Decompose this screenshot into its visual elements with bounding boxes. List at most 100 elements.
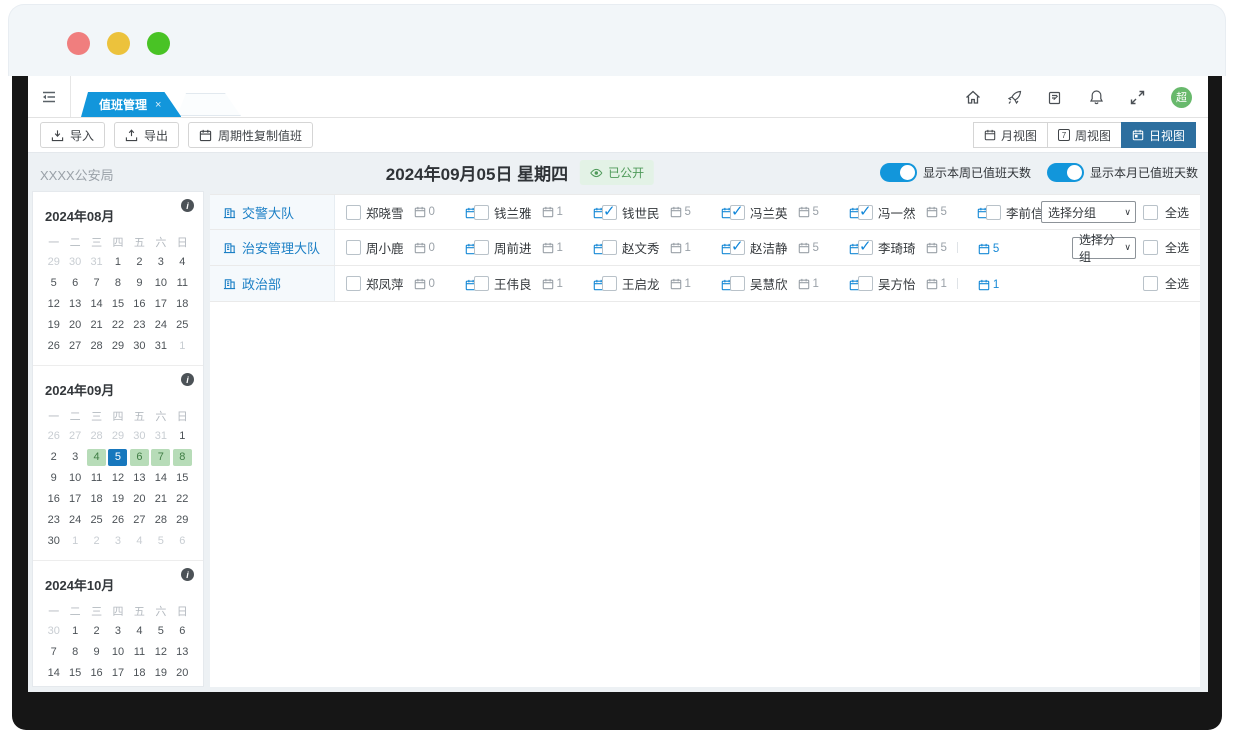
calendar-day[interactable]: 3 xyxy=(108,623,127,640)
calendar-day[interactable]: 25 xyxy=(87,512,106,529)
info-icon[interactable]: i xyxy=(181,199,194,212)
calendar-day[interactable]: 2 xyxy=(130,254,149,271)
person-checkbox[interactable] xyxy=(474,205,489,220)
select-all-checkbox[interactable] xyxy=(1143,205,1158,220)
export-button[interactable]: 导出 xyxy=(114,122,179,148)
toggle-show-month-days[interactable] xyxy=(1047,163,1084,182)
calendar-day[interactable]: 29 xyxy=(108,428,127,445)
calendar-day[interactable]: 3 xyxy=(108,533,127,550)
calendar-day[interactable]: 6 xyxy=(173,623,192,640)
person-checkbox[interactable] xyxy=(346,205,361,220)
calendar-day[interactable]: 23 xyxy=(87,686,106,687)
calendar-day[interactable]: 15 xyxy=(108,296,127,313)
calendar-day[interactable]: 18 xyxy=(87,491,106,508)
calendar-day[interactable]: 28 xyxy=(87,428,106,445)
calendar-day[interactable]: 24 xyxy=(108,686,127,687)
calendar-day[interactable]: 21 xyxy=(44,686,63,687)
calendar-day[interactable]: 29 xyxy=(173,512,192,529)
select-all-checkbox[interactable] xyxy=(1143,240,1158,255)
calendar-day[interactable]: 27 xyxy=(130,512,149,529)
person-checkbox[interactable] xyxy=(346,240,361,255)
calendar-day[interactable]: 13 xyxy=(130,470,149,487)
person-checkbox[interactable] xyxy=(858,276,873,291)
fullscreen-icon[interactable] xyxy=(1130,90,1145,105)
tab-close-icon[interactable]: × xyxy=(155,99,161,111)
calendar-day[interactable]: 23 xyxy=(44,512,63,529)
calendar-day[interactable]: 21 xyxy=(151,491,170,508)
calendar-day[interactable]: 16 xyxy=(130,296,149,313)
calendar-day[interactable]: 1 xyxy=(66,623,85,640)
calendar-day[interactable]: 28 xyxy=(87,338,106,355)
week-view-button[interactable]: 7 周视图 xyxy=(1047,122,1122,148)
calendar-day[interactable]: 12 xyxy=(151,644,170,661)
calendar-day[interactable]: 9 xyxy=(87,644,106,661)
calendar-day[interactable]: 30 xyxy=(130,338,149,355)
calendar-day[interactable]: 11 xyxy=(130,644,149,661)
calendar-day[interactable]: 8 xyxy=(173,449,192,466)
calendar-day[interactable]: 14 xyxy=(44,665,63,682)
calendar-day[interactable]: 14 xyxy=(151,470,170,487)
bell-icon[interactable] xyxy=(1089,89,1104,105)
calendar-day[interactable]: 31 xyxy=(151,338,170,355)
calendar-day[interactable]: 27 xyxy=(66,338,85,355)
calendar-day[interactable]: 3 xyxy=(66,449,85,466)
calendar-day[interactable]: 22 xyxy=(66,686,85,687)
calendar-day[interactable]: 5 xyxy=(151,623,170,640)
avatar[interactable]: 超 xyxy=(1171,87,1192,108)
calendar-day[interactable]: 18 xyxy=(173,296,192,313)
calendar-day[interactable]: 7 xyxy=(151,449,170,466)
calendar-day[interactable]: 20 xyxy=(130,491,149,508)
calendar-day[interactable]: 28 xyxy=(151,512,170,529)
calendar-day[interactable]: 2 xyxy=(44,449,63,466)
person-checkbox[interactable] xyxy=(986,205,1001,220)
tab-duty-management[interactable]: 值班管理 × xyxy=(81,92,181,117)
calendar-day[interactable]: 26 xyxy=(44,338,63,355)
calendar-day[interactable]: 31 xyxy=(151,428,170,445)
calendar-day[interactable]: 14 xyxy=(87,296,106,313)
calendar-day[interactable]: 30 xyxy=(44,623,63,640)
calendar-day[interactable]: 29 xyxy=(108,338,127,355)
calendar-day[interactable]: 5 xyxy=(108,449,127,466)
calendar-day[interactable]: 25 xyxy=(173,317,192,334)
person-checkbox[interactable] xyxy=(730,276,745,291)
info-icon[interactable]: i xyxy=(181,373,194,386)
person-checkbox[interactable]: ✓ xyxy=(730,240,745,255)
calendar-day[interactable]: 24 xyxy=(151,317,170,334)
import-button[interactable]: 导入 xyxy=(40,122,105,148)
calendar-day[interactable]: 30 xyxy=(66,254,85,271)
calendar-day[interactable]: 19 xyxy=(44,317,63,334)
calendar-day[interactable]: 20 xyxy=(173,665,192,682)
calendar-day[interactable]: 31 xyxy=(87,254,106,271)
calendar-day[interactable]: 7 xyxy=(44,644,63,661)
calendar-day[interactable]: 18 xyxy=(130,665,149,682)
calendar-day[interactable]: 2 xyxy=(87,623,106,640)
traffic-light-minimize-button[interactable] xyxy=(107,32,130,55)
traffic-light-zoom-button[interactable] xyxy=(147,32,170,55)
calendar-day[interactable]: 11 xyxy=(173,275,192,292)
person-checkbox[interactable]: ✓ xyxy=(602,205,617,220)
calendar-day[interactable]: 19 xyxy=(151,665,170,682)
person-checkbox[interactable] xyxy=(602,240,617,255)
calendar-day[interactable]: 6 xyxy=(130,449,149,466)
calendar-day[interactable]: 6 xyxy=(173,533,192,550)
calendar-day[interactable]: 17 xyxy=(66,491,85,508)
calendar-day[interactable]: 4 xyxy=(87,449,106,466)
person-checkbox[interactable] xyxy=(474,276,489,291)
calendar-day[interactable]: 16 xyxy=(44,491,63,508)
calendar-day[interactable]: 22 xyxy=(108,317,127,334)
calendar-day[interactable]: 4 xyxy=(130,533,149,550)
calendar-day[interactable]: 4 xyxy=(173,254,192,271)
calendar-day[interactable]: 4 xyxy=(130,623,149,640)
report-icon[interactable] xyxy=(1048,90,1063,105)
group-select[interactable]: 选择分组∨ xyxy=(1041,201,1136,223)
month-view-button[interactable]: 月视图 xyxy=(973,122,1048,148)
calendar-day[interactable]: 17 xyxy=(108,665,127,682)
calendar-day[interactable]: 12 xyxy=(44,296,63,313)
calendar-day[interactable]: 10 xyxy=(66,470,85,487)
person-checkbox[interactable]: ✓ xyxy=(730,205,745,220)
day-view-button[interactable]: 日视图 xyxy=(1121,122,1196,148)
calendar-day[interactable]: 30 xyxy=(44,533,63,550)
person-checkbox[interactable] xyxy=(602,276,617,291)
calendar-day[interactable]: 20 xyxy=(66,317,85,334)
group-select[interactable]: 选择分组∨ xyxy=(1072,237,1136,259)
